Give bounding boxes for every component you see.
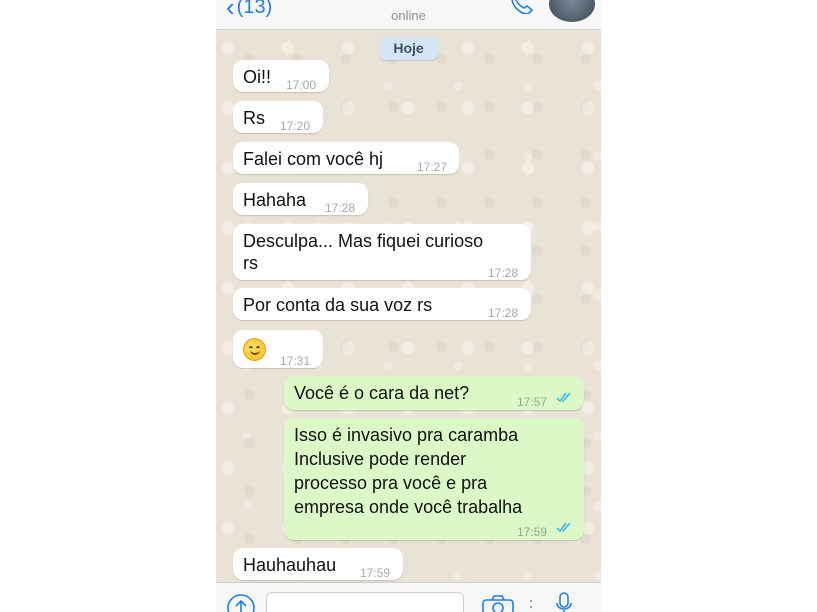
message-time: 17:57 — [517, 395, 548, 409]
message-bubble-outgoing[interactable]: Isso é invasivo pra caramba Inclusive po… — [284, 418, 584, 540]
message-text: Hahaha — [243, 190, 307, 210]
read-receipt-icon — [556, 522, 571, 533]
message-time: 17:59 — [517, 525, 548, 539]
message-text: empresa onde você trabalha — [294, 497, 523, 517]
message-time: 17:20 — [280, 119, 311, 133]
message-time: 17:28 — [488, 306, 519, 320]
message-input[interactable] — [266, 592, 464, 612]
message-text: Oi!! — [243, 67, 272, 87]
message-text: rs — [243, 253, 258, 273]
message-time: 17:31 — [280, 354, 311, 368]
message-text: Por conta da sua voz rs — [243, 295, 433, 315]
message-text: Falei com você hj — [243, 149, 384, 169]
date-separator: Hoje — [379, 37, 438, 60]
message-text: processo pra você e pra — [294, 473, 488, 493]
message-time: 17:00 — [286, 78, 317, 92]
contact-status: online — [391, 8, 426, 23]
message-time: 17:28 — [325, 201, 356, 215]
message-bubble-outgoing[interactable]: Você é o cara da net? 17:57 — [284, 376, 584, 410]
message-time: 17:27 — [417, 160, 448, 174]
message-bubble-incoming[interactable]: Hahaha 17:28 — [233, 183, 368, 215]
camera-icon[interactable] — [482, 595, 514, 612]
message-text: Inclusive pode render — [294, 449, 467, 469]
message-bubble-incoming[interactable]: Rs 17:20 — [233, 101, 323, 133]
message-text: Isso é invasivo pra caramba — [294, 425, 519, 445]
message-bubble-incoming[interactable]: Hauhauhau 17:59 — [233, 548, 403, 580]
message-time: 17:28 — [488, 266, 519, 280]
message-time: 17:59 — [360, 566, 391, 580]
message-text: Desculpa... Mas fiquei curioso — [243, 231, 484, 251]
whatsapp-chat-screen: ‹ (13) online Hoje Oi!! 17:00 Rs 17:20 F… — [216, 0, 601, 612]
phone-icon[interactable] — [508, 0, 536, 14]
upload-icon[interactable] — [226, 593, 256, 612]
smiling-face-icon — [243, 338, 266, 361]
message-bubble-incoming[interactable]: Oi!! 17:00 — [233, 60, 329, 92]
message-text: Você é o cara da net? — [294, 383, 470, 403]
microphone-icon[interactable] — [556, 592, 572, 612]
message-bubble-incoming[interactable]: Desculpa... Mas fiquei curioso rs 17:28 — [233, 224, 531, 280]
message-text: Hauhauhau — [243, 555, 337, 575]
read-receipt-icon — [556, 392, 571, 403]
message-bubble-incoming[interactable]: 17:31 — [233, 330, 323, 368]
message-input-bar — [216, 582, 601, 612]
chat-header: ‹ (13) online — [216, 0, 601, 30]
message-text: Rs — [243, 108, 265, 128]
separator-dots — [529, 599, 533, 609]
message-bubble-incoming[interactable]: Por conta da sua voz rs 17:28 — [233, 288, 531, 320]
message-bubble-incoming[interactable]: Falei com você hj 17:27 — [233, 142, 459, 174]
